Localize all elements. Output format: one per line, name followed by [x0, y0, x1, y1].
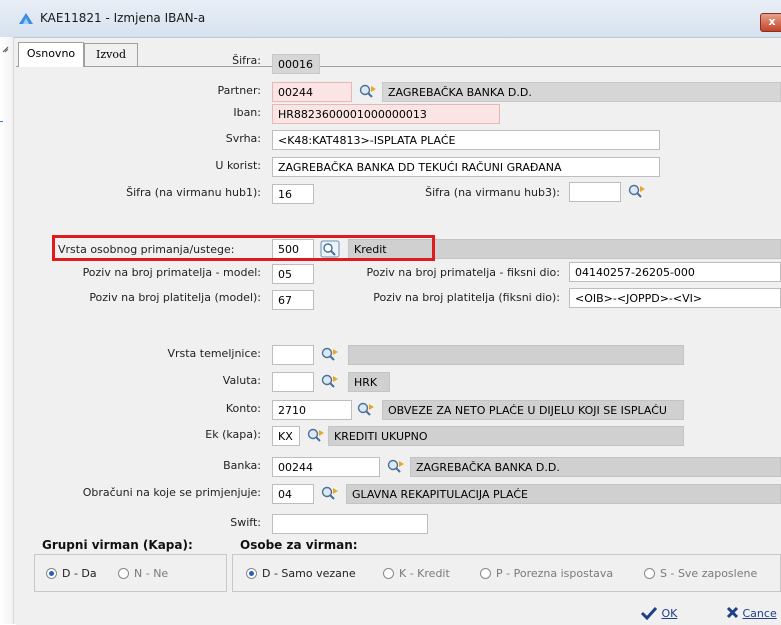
edge-marker	[0, 121, 3, 122]
radio-label: D - Da	[62, 567, 97, 580]
vrsta-temeljnice-lookup-icon[interactable]	[320, 346, 340, 364]
poziv-platitelja-model-label: Poziv na broj platitelja (model):	[89, 291, 261, 304]
poziv-platitelja-fiksni-label: Poziv na broj platitelja (fiksni dio):	[373, 291, 560, 304]
radio-osobe-sve[interactable]: S - Sve zaposlene	[644, 567, 757, 580]
svrha-field[interactable]: <K48:KAT4813>-ISPLATA PLAĆE	[272, 130, 660, 150]
cancel-button[interactable]: Cance	[726, 606, 777, 620]
partner-name-field: ZAGREBAČKA BANKA D.D.	[382, 82, 781, 102]
ek-label: Ek (kapa):	[205, 428, 261, 441]
poziv-primatelja-model-field[interactable]: 05	[272, 264, 314, 284]
partner-label: Partner:	[217, 84, 262, 97]
banka-label: Banka:	[223, 459, 261, 472]
vrsta-temeljnice-name-field	[348, 345, 684, 365]
left-strip	[0, 37, 14, 624]
poziv-platitelja-model-field[interactable]: 67	[272, 290, 314, 310]
konto-lookup-icon[interactable]	[356, 401, 376, 419]
obracuni-code-field[interactable]: 04	[272, 484, 314, 504]
ek-code-field[interactable]: KX	[272, 426, 300, 446]
poziv-primatelja-model-label: Poziv na broj primatelja - model:	[82, 266, 261, 279]
ek-name-field: KREDITI UKUPNO	[328, 426, 684, 446]
radio-label: K - Kredit	[399, 567, 450, 580]
poziv-primatelja-fiksni-field[interactable]: 04140257-26205-000	[569, 262, 781, 282]
sifra-field: 00016	[272, 54, 320, 74]
sifra-hub3-field[interactable]	[569, 182, 621, 202]
valuta-label: Valuta:	[222, 374, 261, 387]
radio-grupni-da[interactable]: D - Da	[46, 567, 97, 580]
partner-lookup-icon[interactable]	[358, 83, 378, 101]
konto-name-field: OBVEZE ZA NETO PLAĆE U DIJELU KOJI SE IS…	[382, 400, 684, 420]
obracuni-name-field: GLAVNA REKAPITULACIJA PLAĆE	[346, 484, 781, 504]
sifra-hub3-lookup-icon[interactable]	[627, 183, 647, 201]
radio-osobe-kredit[interactable]: K - Kredit	[383, 567, 450, 580]
valuta-lookup-icon[interactable]	[320, 373, 340, 391]
banka-code-field[interactable]: 00244	[272, 457, 380, 477]
partner-code-field[interactable]: 00244	[272, 82, 352, 102]
close-x-icon	[726, 606, 739, 619]
swift-label: Swift:	[230, 516, 261, 529]
radio-label: S - Sve zaposlene	[660, 567, 758, 580]
valuta-code-field[interactable]	[272, 372, 314, 392]
poziv-primatelja-fiksni-label: Poziv na broj primatelja - fiksni dio:	[366, 266, 560, 279]
u-korist-label: U korist:	[215, 159, 261, 172]
obracuni-label: Obračuni na koje se primjenjuje:	[82, 486, 261, 499]
radio-label: P - Porezna ispostava	[496, 567, 614, 580]
svrha-label: Svrha:	[225, 132, 261, 145]
radio-dot	[118, 568, 129, 579]
radio-label: D - Samo vezane	[262, 567, 356, 580]
radio-dot-selected	[46, 568, 57, 579]
dialog-window: KAE11821 - Izmjena IBAN-a x Osnovno Izvo…	[0, 0, 781, 625]
sifra-label: Šifra:	[232, 54, 261, 67]
radio-label: N - Ne	[134, 567, 169, 580]
radio-osobe-samo-vezane[interactable]: D - Samo vezane	[246, 567, 356, 580]
poziv-platitelja-fiksni-field[interactable]: <OIB>-<JOPPD>-<VI>	[569, 288, 781, 308]
app-icon	[19, 13, 33, 24]
checkmark-icon	[640, 606, 658, 621]
iban-field[interactable]: HR8823600001000000013	[272, 104, 500, 124]
sifra-hub1-field[interactable]: 16	[272, 184, 314, 204]
valuta-name-field: HRK	[348, 372, 390, 392]
sifra-hub1-label: Šifra (na virmanu hub1):	[126, 186, 261, 199]
banka-name-field: ZAGREBAČKA BANKA D.D.	[410, 457, 781, 477]
ek-lookup-icon[interactable]	[306, 427, 326, 445]
ok-button[interactable]: OK	[640, 606, 678, 621]
tab-bar: Osnovno Izvod	[13, 37, 781, 67]
konto-label: Konto:	[225, 402, 261, 415]
title-bar: KAE11821 - Izmjena IBAN-a x	[0, 0, 781, 38]
vrsta-temeljnice-code-field[interactable]	[272, 345, 314, 365]
highlight-box	[52, 235, 435, 261]
osobe-virman-title: Osobe za virman:	[240, 538, 358, 552]
radio-grupni-ne[interactable]: N - Ne	[118, 567, 168, 580]
konto-code-field[interactable]: 2710	[272, 400, 352, 420]
tab-osnovno[interactable]: Osnovno	[18, 42, 84, 67]
swift-field[interactable]	[272, 514, 428, 534]
grupni-virman-title: Grupni virman (Kapa):	[42, 538, 193, 552]
cancel-label: Cance	[742, 607, 777, 620]
banka-lookup-icon[interactable]	[386, 458, 406, 476]
resize-grip-icon	[2, 46, 9, 53]
obracuni-lookup-icon[interactable]	[320, 485, 340, 503]
radio-dot-selected	[246, 568, 257, 579]
window-title: KAE11821 - Izmjena IBAN-a	[40, 11, 206, 25]
radio-osobe-porezna[interactable]: P - Porezna ispostava	[480, 567, 613, 580]
iban-label: Iban:	[233, 106, 261, 119]
close-button[interactable]: x	[760, 13, 781, 32]
ok-label: OK	[661, 607, 678, 620]
sifra-hub3-label: Šifra (na virmanu hub3):	[425, 186, 560, 199]
radio-dot	[644, 568, 655, 579]
vrsta-temeljnice-label: Vrsta temeljnice:	[167, 347, 261, 360]
u-korist-field[interactable]: ZAGREBAČKA BANKA DD TEKUĆI RAČUNI GRAĐAN…	[272, 157, 660, 177]
radio-dot	[383, 568, 394, 579]
tab-izvod[interactable]: Izvod	[84, 43, 138, 66]
radio-dot	[480, 568, 491, 579]
